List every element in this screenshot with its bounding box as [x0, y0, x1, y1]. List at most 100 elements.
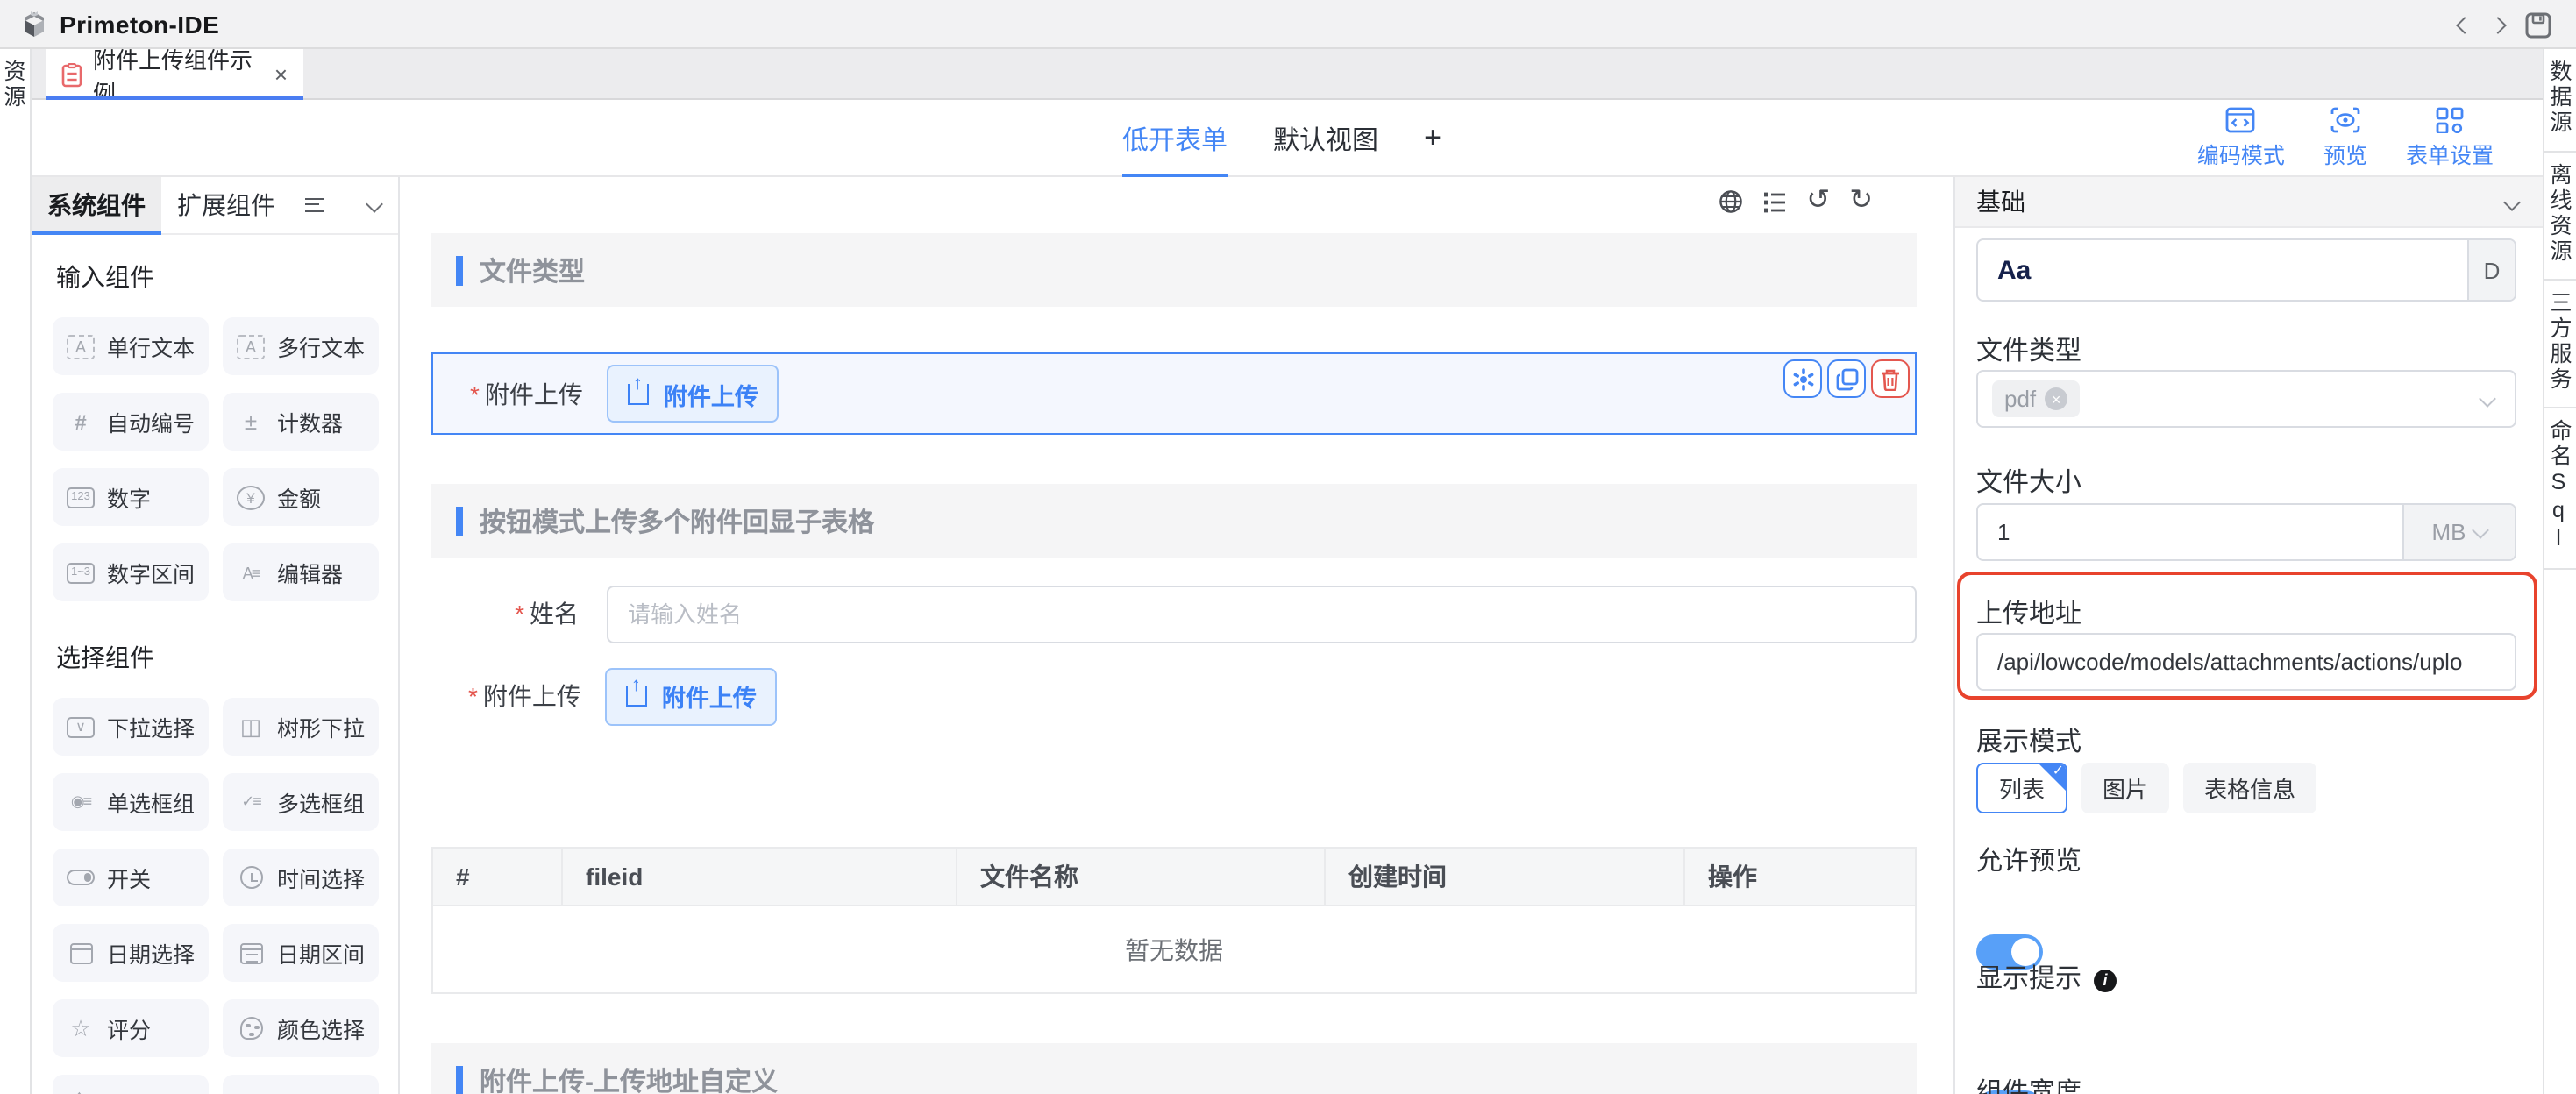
- component-number-range[interactable]: 1~3数字区间: [53, 543, 209, 601]
- save-icon[interactable]: [2525, 11, 2551, 38]
- col-actions[interactable]: 操作: [1685, 849, 1915, 905]
- field-settings-button[interactable]: [1783, 359, 1822, 398]
- preview-button[interactable]: 预览: [2323, 107, 2367, 170]
- form-doc-icon: [61, 62, 82, 87]
- unit-chevron-icon: [2473, 521, 2490, 538]
- tab-system-components[interactable]: 系统组件: [32, 177, 161, 234]
- file-size-input[interactable]: 1: [1978, 505, 2402, 559]
- field-delete-button[interactable]: [1871, 359, 1910, 398]
- number-range-icon: 1~3: [67, 562, 95, 583]
- rail-tab-named-sql[interactable]: 命名Sql: [2544, 408, 2576, 569]
- component-multi-line-text[interactable]: A多行文本: [223, 317, 379, 375]
- property-inspector: 基础 Aa D 文件类型 pdf × 文件大小 1: [1953, 177, 2543, 1094]
- component-rating[interactable]: ☆评分: [53, 999, 209, 1057]
- field-label: 附件上传: [485, 380, 583, 408]
- close-tab-icon[interactable]: ×: [274, 61, 288, 88]
- component-time-picker[interactable]: 时间选择: [223, 849, 379, 906]
- right-rail: 数据源 离线资源 三方服务 命名Sql: [2543, 49, 2576, 1094]
- component-width-label: 组件宽度: [1976, 1073, 2516, 1094]
- table-header: # fileid 文件名称 创建时间 操作: [433, 849, 1915, 905]
- form-settings-button[interactable]: 表单设置: [2406, 107, 2494, 170]
- component-counter[interactable]: ±计数器: [223, 393, 379, 451]
- component-switch[interactable]: 开关: [53, 849, 209, 906]
- display-mode-list[interactable]: 列表: [1976, 763, 2067, 813]
- section-title: 附件上传-上传地址自定义: [480, 1062, 778, 1094]
- selected-attachment-upload-field[interactable]: *附件上传 附件上传: [431, 352, 1917, 435]
- file-type-select[interactable]: pdf ×: [1976, 370, 2516, 428]
- attachment-upload-button[interactable]: 附件上传: [606, 667, 778, 725]
- redo-icon[interactable]: ↻: [1849, 189, 1873, 214]
- gear-icon: [1791, 367, 1814, 390]
- display-mode-table-info[interactable]: 表格信息: [2183, 763, 2316, 813]
- palette-list-icon[interactable]: [305, 198, 324, 212]
- rail-tab-offline-resources[interactable]: 离线资源: [2544, 152, 2576, 280]
- document-tab[interactable]: 附件上传组件示例 ×: [46, 49, 303, 100]
- palette-collapse-icon[interactable]: [366, 195, 383, 213]
- outline-tree-icon[interactable]: [1762, 190, 1787, 213]
- file-size-unit-select[interactable]: MB: [2402, 505, 2515, 559]
- inspector-header[interactable]: 基础: [1955, 177, 2543, 228]
- nav-back-icon[interactable]: [2456, 16, 2473, 33]
- required-asterisk: *: [468, 682, 478, 710]
- dropdown-select-icon: ∨: [67, 716, 95, 737]
- component-palette: 系统组件 扩展组件 输入组件 A单行文本 A多行文本 #自动编号 ±计数器 12…: [32, 177, 400, 1094]
- tab-default-view[interactable]: 默认视图: [1273, 100, 1378, 177]
- component-color-picker[interactable]: 颜色选择: [223, 999, 379, 1057]
- rail-tab-resources[interactable]: 资源: [0, 60, 30, 110]
- name-input[interactable]: [607, 585, 1917, 643]
- component-single-line-text[interactable]: A单行文本: [53, 317, 209, 375]
- field-action-buttons: [1783, 359, 1910, 398]
- component-editor[interactable]: A≡编辑器: [223, 543, 379, 601]
- info-icon[interactable]: i: [2094, 969, 2117, 991]
- component-number[interactable]: 123数字: [53, 468, 209, 526]
- font-style-addon-button[interactable]: D: [2467, 240, 2515, 300]
- field-label: 姓名: [530, 600, 579, 628]
- upload-url-label: 上传地址: [1976, 594, 2516, 631]
- col-index[interactable]: #: [433, 849, 563, 905]
- attachment-upload-field-2[interactable]: *附件上传 附件上传: [431, 657, 1917, 735]
- component-amount[interactable]: ¥金额: [223, 468, 379, 526]
- col-file-name[interactable]: 文件名称: [957, 849, 1326, 905]
- add-view-button[interactable]: +: [1424, 100, 1441, 177]
- number-icon: 123: [67, 487, 95, 508]
- tab-extension-components[interactable]: 扩展组件: [161, 177, 291, 234]
- document-tab-bar: 附件上传组件示例 ×: [32, 49, 2543, 100]
- section-title: 文件类型: [480, 252, 585, 288]
- undo-icon[interactable]: ↺: [1806, 189, 1830, 214]
- show-tip-label: 显示提示i: [1976, 959, 2516, 996]
- left-rail: 资源: [0, 49, 32, 1094]
- section-custom-upload-url: 附件上传-上传地址自定义: [431, 1043, 1917, 1094]
- document-tab-title: 附件上传组件示例: [93, 41, 260, 108]
- component-attachment-upload[interactable]: 附件上传: [53, 1075, 209, 1094]
- upload-url-input[interactable]: [1976, 633, 2516, 691]
- font-style-value[interactable]: Aa: [1997, 255, 2031, 285]
- component-date-picker[interactable]: 日期选择: [53, 924, 209, 982]
- component-image[interactable]: 图片: [223, 1075, 379, 1094]
- attachment-upload-button[interactable]: 附件上传: [608, 365, 779, 423]
- file-size-group: 1 MB: [1976, 503, 2516, 561]
- field-copy-button[interactable]: [1827, 359, 1866, 398]
- inspector-collapse-icon[interactable]: [2503, 193, 2521, 210]
- component-checkbox-group[interactable]: ✓≡多选框组: [223, 773, 379, 831]
- single-line-text-icon: A: [67, 334, 95, 359]
- display-mode-image[interactable]: 图片: [2081, 763, 2169, 813]
- tab-lowcode-form[interactable]: 低开表单: [1122, 100, 1228, 177]
- font-style-group: Aa D: [1976, 238, 2516, 302]
- col-create-time[interactable]: 创建时间: [1326, 849, 1685, 905]
- component-date-range[interactable]: 日期区间: [223, 924, 379, 982]
- component-radio-group[interactable]: ◉≡单选框组: [53, 773, 209, 831]
- switch-icon: [67, 863, 95, 892]
- file-size-label: 文件大小: [1976, 463, 2516, 500]
- rail-tab-datasource[interactable]: 数据源: [2544, 49, 2576, 152]
- tree-dropdown-icon: ◫: [237, 713, 265, 741]
- remove-tag-icon[interactable]: ×: [2045, 387, 2067, 410]
- code-mode-button[interactable]: 编码模式: [2197, 107, 2285, 170]
- component-tree-dropdown[interactable]: ◫树形下拉: [223, 698, 379, 756]
- rail-tab-third-party-services[interactable]: 三方服务: [2544, 280, 2576, 408]
- col-fileid[interactable]: fileid: [563, 849, 957, 905]
- component-auto-number[interactable]: #自动编号: [53, 393, 209, 451]
- i18n-globe-icon[interactable]: [1719, 189, 1743, 214]
- attachments-table: # fileid 文件名称 创建时间 操作 暂无数据: [431, 847, 1917, 994]
- component-dropdown-select[interactable]: ∨下拉选择: [53, 698, 209, 756]
- nav-forward-icon[interactable]: [2489, 16, 2507, 33]
